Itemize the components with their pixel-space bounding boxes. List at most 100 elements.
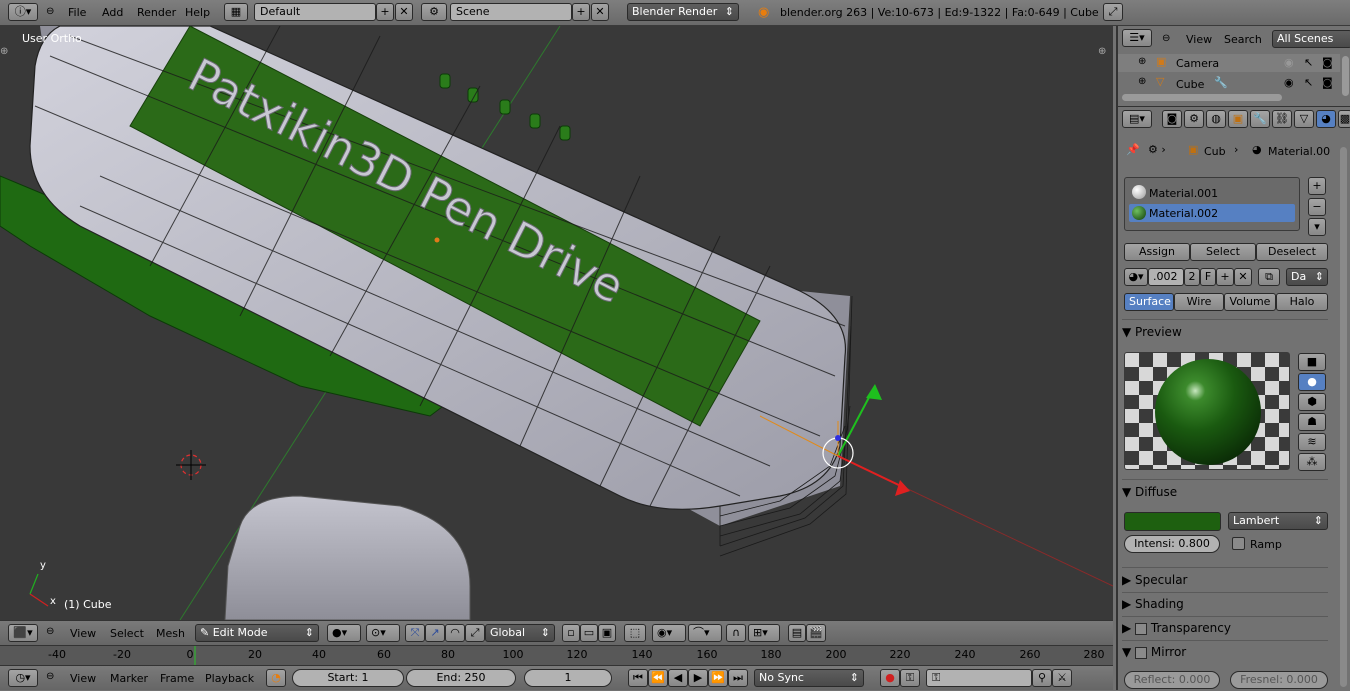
menu-marker[interactable]: Marker [110,666,148,691]
delete-keyframe-icon[interactable]: ⚔ [1052,669,1072,687]
preview-cube-icon[interactable]: ⬢ [1298,393,1326,411]
render-tab-icon[interactable]: ◙ [1162,110,1182,128]
translate-icon[interactable]: ↗ [425,624,445,642]
object-tab-icon[interactable]: ▣ [1228,110,1248,128]
editor-type-button[interactable]: ☰▾ [1122,29,1152,47]
occlude-icon[interactable]: ⬚ [624,624,646,642]
fullscreen-icon[interactable]: ⤢ [1103,3,1123,21]
select-restrict-icon[interactable]: ↖ [1304,76,1313,89]
diffuse-color-swatch[interactable] [1124,512,1221,531]
menu-help[interactable]: Help [185,0,210,26]
add-scene-button[interactable]: + [572,3,590,21]
sync-dropdown[interactable]: No Sync ⇕ [754,669,864,687]
jump-key-forward-icon[interactable]: ⏩ [708,669,728,687]
visibility-icon[interactable]: ◉ [1284,56,1294,69]
render-restrict-icon[interactable]: ◙ [1322,76,1333,89]
assign-button[interactable]: Assign [1124,243,1190,261]
edge-select-icon[interactable]: ▭ [580,624,598,642]
start-frame-field[interactable]: Start: 1 [292,669,404,687]
properties-scrollbar[interactable] [1340,147,1347,687]
editor-type-button[interactable]: ⬛▾ [8,624,38,642]
modifier-tab-icon[interactable]: 🔧 [1250,110,1270,128]
visibility-icon[interactable]: ◉ [1284,76,1294,89]
orientation-dropdown[interactable]: Global ⇕ [485,624,555,642]
screen-layout-icon[interactable]: ▦ [224,3,248,21]
remove-screen-button[interactable]: ✕ [395,3,413,21]
snap-toggle-icon[interactable]: ∩ [726,624,746,642]
select-button[interactable]: Select [1190,243,1256,261]
tab-surface[interactable]: Surface [1124,293,1174,311]
falloff-dropdown[interactable]: ⌒▾ [688,624,722,642]
fresnel-field[interactable]: Fresnel: 0.000 [1230,671,1328,689]
texture-tab-icon[interactable]: ▩ [1338,110,1350,128]
preview-panel-header[interactable]: ▼ Preview [1122,321,1332,343]
outliner-row-cube[interactable]: ⊕ ▽ Cube 🔧 ◉ ↖ ◙ [1118,74,1340,92]
scene-tab-icon[interactable]: ⚙ [1184,110,1204,128]
material-browse-icon[interactable]: ◕▾ [1124,268,1148,286]
record-icon[interactable]: ● [880,669,900,687]
preview-sphere-icon[interactable]: ● [1298,373,1326,391]
reflect-field[interactable]: Reflect: 0.000 [1124,671,1220,689]
link-data-dropdown[interactable]: Da ⇕ [1286,268,1328,286]
display-mode-dropdown[interactable]: All Scenes [1272,30,1350,48]
select-restrict-icon[interactable]: ↖ [1304,56,1313,69]
preview-plane-icon[interactable]: ■ [1298,353,1326,371]
menu-render[interactable]: Render [137,0,176,26]
collapse-menu-icon[interactable]: ⊖ [46,626,54,637]
manipulator-toggle-icon[interactable]: ⤧ [405,624,425,642]
link-icon[interactable]: ⧉ [1258,268,1280,286]
tab-volume[interactable]: Volume [1224,293,1276,311]
end-frame-field[interactable]: End: 250 [406,669,516,687]
keying-set-icon[interactable]: ⚿ [900,669,920,687]
keying-set-field[interactable]: ⚿ [926,669,1032,687]
timeline-ruler[interactable]: -40 -20 0 20 40 60 80 100 120 140 160 18… [0,645,1113,666]
tab-wire[interactable]: Wire [1174,293,1224,311]
mirror-checkbox[interactable] [1135,646,1148,659]
pin-icon[interactable]: 📌 [1126,143,1140,156]
preview-hair-icon[interactable]: ≋ [1298,433,1326,451]
mirror-panel-header[interactable]: ▼ Mirror [1122,641,1332,663]
editor-type-button[interactable]: ⓘ▾ [8,3,38,21]
snap-element-dropdown[interactable]: ⊞▾ [748,624,780,642]
slot-menu-button[interactable]: ▾ [1308,218,1326,236]
scene-field[interactable]: Scene [450,3,572,21]
shading-dropdown[interactable]: ●▾ [327,624,361,642]
ramp-checkbox[interactable] [1232,537,1245,550]
deselect-button[interactable]: Deselect [1256,243,1328,261]
expand-icon[interactable]: ⊕ [1138,56,1146,67]
fake-user-button[interactable]: F [1200,268,1216,286]
remove-scene-button[interactable]: ✕ [591,3,609,21]
add-screen-button[interactable]: + [376,3,394,21]
mode-dropdown[interactable]: ✎ Edit Mode ⇕ [195,624,319,642]
render-icon[interactable]: ▤ [788,624,806,642]
tab-halo[interactable]: Halo [1276,293,1328,311]
screen-layout-field[interactable]: Default [254,3,376,21]
expand-icon[interactable]: ⊕ [1138,76,1146,87]
remove-slot-button[interactable]: − [1308,198,1326,216]
specular-panel-header[interactable]: ▶ Specular [1122,569,1332,591]
menu-view[interactable]: View [70,666,96,691]
material-slot-selected[interactable]: Material.002 [1129,204,1295,222]
menu-file[interactable]: File [68,0,86,26]
collapse-menu-icon[interactable]: ⊖ [46,671,54,682]
diffuse-panel-header[interactable]: ▼ Diffuse [1122,481,1332,503]
data-tab-icon[interactable]: ▽ [1294,110,1314,128]
menu-playback[interactable]: Playback [205,666,254,691]
vertex-select-icon[interactable]: ▫ [562,624,580,642]
users-count[interactable]: 2 [1184,268,1200,286]
menu-select[interactable]: Select [110,621,144,646]
diffuse-shader-dropdown[interactable]: Lambert ⇕ [1228,512,1328,530]
menu-add[interactable]: Add [102,0,123,26]
play-icon[interactable]: ▶ [688,669,708,687]
collapse-menu-icon[interactable]: ⊖ [46,6,54,17]
scene-icon[interactable]: ⚙ [421,3,447,21]
proportional-edit-dropdown[interactable]: ◉▾ [652,624,686,642]
intensity-slider[interactable]: Intensi: 0.800 [1124,535,1220,553]
menu-view[interactable]: View [70,621,96,646]
corner-split-icon-right[interactable]: ⊕ [1098,46,1106,57]
outliner-row-camera[interactable]: ⊕ ▣ Camera ◉ ↖ ◙ [1118,54,1340,72]
play-reverse-icon[interactable]: ◀ [668,669,688,687]
render-anim-icon[interactable]: 🎬 [806,624,826,642]
outliner-hscrollbar[interactable] [1122,94,1282,101]
editor-type-button[interactable]: ▤▾ [1122,110,1152,128]
